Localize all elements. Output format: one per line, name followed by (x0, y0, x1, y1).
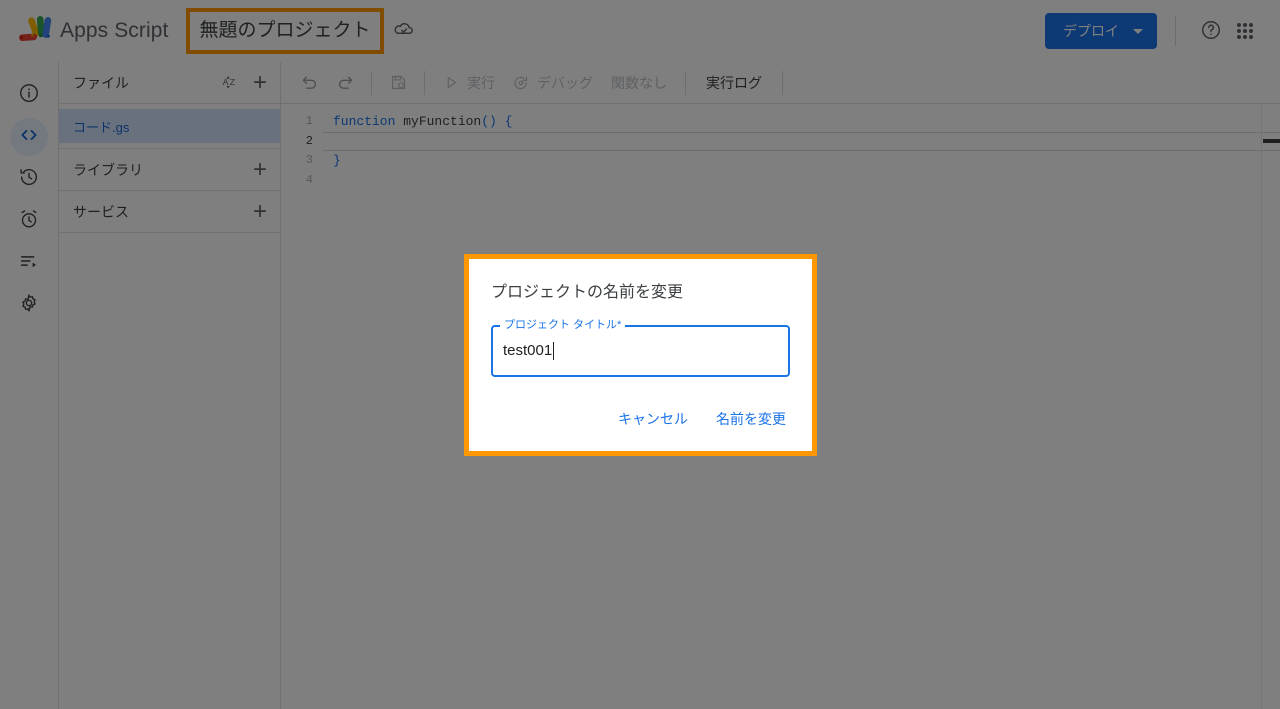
project-title-input-value: test001 (503, 342, 553, 360)
rename-project-dialog: プロジェクトの名前を変更 プロジェクト タイトル* test001 キャンセル … (464, 254, 817, 456)
dialog-actions: キャンセル 名前を変更 (469, 401, 812, 451)
apps-script-window: Apps Script 無題のプロジェクト デプロイ (0, 0, 1280, 709)
project-title-input[interactable]: test001 (503, 325, 555, 377)
project-title-field[interactable]: プロジェクト タイトル* test001 (491, 316, 790, 377)
cancel-button[interactable]: キャンセル (608, 401, 698, 437)
text-cursor (553, 341, 555, 360)
rename-confirm-button[interactable]: 名前を変更 (706, 401, 796, 437)
dialog-title: プロジェクトの名前を変更 (491, 284, 684, 301)
